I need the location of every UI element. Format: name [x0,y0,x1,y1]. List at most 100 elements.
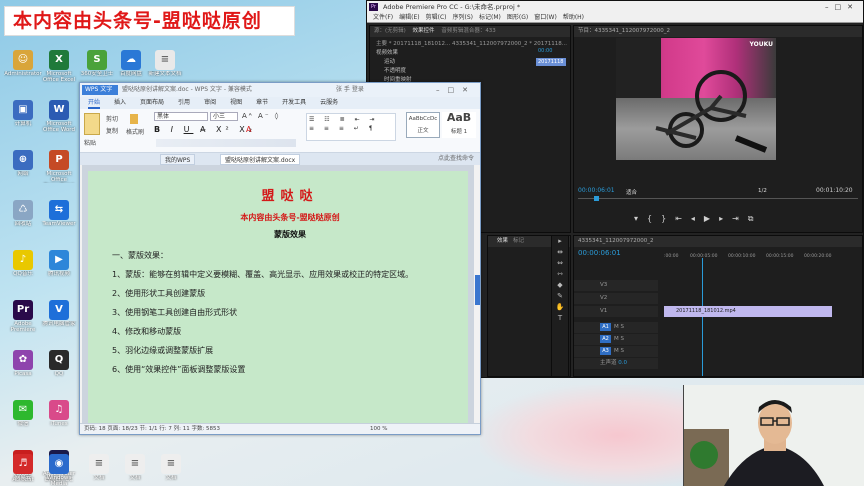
tab-layout[interactable]: 页面布局 [140,99,164,106]
tab-insert[interactable]: 插入 [114,99,126,106]
paste-button[interactable]: 粘贴 [84,138,96,147]
timeline-video-clip[interactable]: 20171118_181012.mp4 [664,306,832,317]
doctab-my-wps[interactable]: 我的WPS [160,154,196,165]
doctab-active[interactable]: 盟哒哒原创讲解文案.docx [220,154,301,165]
timeline-tab[interactable]: 4335341_112007972000_2 [574,236,862,247]
desktop-shield-360-icon[interactable]: S 360安全卫士 [78,50,116,83]
menu-edit[interactable]: 编辑(E) [399,14,419,21]
desktop-itunes-icon[interactable]: ♫ iTunes [40,400,78,433]
program-tab[interactable]: 节目：4335341_112007972000_2 [574,26,862,37]
wps-app-button[interactable]: WPS 文字 [82,85,118,95]
font-size-select[interactable]: 小三 [210,112,238,121]
fx-mini-clip[interactable]: 20171118 [536,58,566,66]
program-timecode[interactable]: 00:00:06:01 [578,186,615,196]
desktop-cloud-drive-icon[interactable]: ☁ 百度网盘 [112,50,150,83]
wps-ribbon-tabs[interactable]: 开始 插入 页面布局 引用 审阅 视图 章节 开发工具 云服务 [80,97,480,109]
menu-file[interactable]: 文件(F) [373,14,393,21]
indent-icons[interactable]: ≡ ≡ ≡ ↵ ¶ [309,125,393,132]
tab-chapter[interactable]: 章节 [256,99,268,106]
tab-developer[interactable]: 开发工具 [282,99,306,106]
desktop-doc-file-icon[interactable]: ≡ 文档 [116,454,154,486]
desktop-media-icon[interactable]: ◉ Windows Media [40,454,78,486]
style-heading1[interactable]: AaB 标题 1 [442,112,476,138]
program-monitor[interactable]: 节目：4335341_112007972000_2 YOUKU 00:00:06… [573,25,863,233]
document-area[interactable]: 盟哒哒 本内容由头条号-盟哒哒原创 蒙版效果 一、蒙版效果： 1、蒙版：能够在剪… [82,165,480,423]
desktop-computer-icon[interactable]: ▣ 计算机 [4,100,42,133]
command-search[interactable]: 点此查找命令 [438,153,474,165]
menu-sequence[interactable]: 序列(S) [453,14,474,21]
effect-controls-tabs[interactable]: 源：(无剪辑) 效果控件 音频剪辑混合器：433 [370,26,570,37]
desktop-word-icon[interactable]: W Microsoft Office Word [40,100,78,133]
desktop-text-doc-icon[interactable]: ≡ 新建文本文档 [146,50,184,83]
menu-marker[interactable]: 标记(M) [479,14,501,21]
master-value[interactable]: 0.0 [618,360,627,366]
tab-audio-mixer[interactable]: 音频剪辑混合器：433 [441,28,496,34]
desktop-qq-icon[interactable]: Q QQ [40,350,78,383]
paragraph-tools-row[interactable] [156,139,296,147]
menu-clip[interactable]: 剪辑(C) [426,14,447,21]
tab-effect-controls[interactable]: 效果控件 [413,28,435,34]
track-a2-s[interactable]: S [621,336,625,342]
desktop-powerpoint-icon[interactable]: PMicrosoft Office PowerPoint [40,150,78,183]
fx-opacity[interactable]: 不透明度 [370,67,570,76]
wps-document-tabs[interactable]: 我的WPS 盟哒哒原创讲解文案.docx 点此查找命令 [80,153,480,165]
font-style-buttons[interactable]: B I U A̶ X² X₂ [154,125,256,134]
desktop-doc-file-icon[interactable]: ≡ 文档 [152,454,190,486]
wps-window[interactable]: WPS 文字 盟哒哒原创讲解文案.doc - WPS 文字 - 兼容模式 张 手… [79,82,481,435]
track-a3-m[interactable]: M [614,348,619,354]
tools-panel[interactable]: ▸ ⇹ ⇔ ⇿ ◆ ✎ ✋ T [551,235,569,377]
document-page[interactable]: 盟哒哒 本内容由头条号-盟哒哒原创 蒙版效果 一、蒙版效果： 1、蒙版：能够在剪… [88,171,468,423]
track-a1-label[interactable]: A1 [600,323,611,331]
tab-references[interactable]: 引用 [178,99,190,106]
desktop-video-app-icon[interactable]: ▶ 腾讯视频 [40,250,78,283]
tab-markers[interactable]: 标记 [513,238,524,244]
desktop-pc-manager-icon[interactable]: V 腾讯电脑管家 [40,300,78,333]
menu-help[interactable]: 帮助(H) [563,14,584,21]
program-scrubber[interactable] [578,198,858,199]
track-a3-label[interactable]: A3 [600,347,611,355]
desktop-user-folder-icon[interactable]: ☺ Administrator [4,50,42,83]
desktop-premiere-icon[interactable]: Pr Adobe Premiere [4,300,42,333]
tab-cloud[interactable]: 云服务 [320,99,338,106]
track-v1-label[interactable]: V1 [574,306,658,317]
playhead-marker[interactable] [594,196,599,201]
track-a1-s[interactable]: S [621,324,625,330]
zoom-fit-select[interactable]: 适合 [626,188,637,196]
track-a2-m[interactable]: M [614,336,619,342]
paragraph-tools[interactable]: ☰ ☷ ≣ ⇤ ⇥ ≡ ≡ ≡ ↵ ¶ [306,113,396,141]
font-color-button[interactable]: A [246,125,251,134]
track-a3-s[interactable]: S [621,348,625,354]
format-painter-button[interactable]: 格式刷 [126,127,144,136]
desktop-wechat-icon[interactable]: ✉ 微信 [4,400,42,433]
tab-view[interactable]: 视图 [230,99,242,106]
cut-button[interactable]: 剪切 [106,114,118,123]
copy-button[interactable]: 复制 [106,126,118,135]
track-v3-label[interactable]: V3 [574,280,658,291]
wps-toolbar[interactable]: 粘贴 剪切 复制 格式刷 黑体 小三 Aᴬ A⁻ ◊ B I U A̶ X² X… [80,109,480,153]
desktop-picasa-icon[interactable]: ✿ Picasa [4,350,42,383]
tab-home[interactable]: 开始 [88,99,101,109]
timeline-panel[interactable]: 4335341_112007972000_2 00:00:06:01 :00:0… [573,235,863,377]
track-a2-label[interactable]: A2 [600,335,611,343]
premiere-menubar[interactable]: 文件(F) 编辑(E) 剪辑(C) 序列(S) 标记(M) 图形(G) 窗口(W) 帮助(H) [367,13,863,23]
desktop-excel-icon[interactable]: X Microsoft Office Excel [40,50,78,83]
desktop-music-icon[interactable]: ♪ QQ音乐 [4,250,42,283]
format-painter-icon[interactable] [130,114,138,124]
track-v2-label[interactable]: V2 [574,293,658,304]
menu-graphics[interactable]: 图形(G) [507,14,528,21]
menu-window[interactable]: 窗口(W) [534,14,557,21]
desktop-netease-icon[interactable]: ♬ 网易云 [4,454,42,486]
timeline-ruler[interactable]: :00:00 00:00:05:00 00:00:10:00 00:00:15:… [664,254,860,264]
desktop-network-icon[interactable]: ⊕ 网络 [4,150,42,183]
wps-window-buttons[interactable]: –□✕ [436,83,476,97]
tab-source[interactable]: 源：(无剪辑) [374,28,406,34]
align-icons[interactable]: ☰ ☷ ≣ ⇤ ⇥ [309,116,393,123]
font-grow-shrink[interactable]: Aᴬ A⁻ ◊ [242,112,280,120]
paste-icon[interactable] [84,113,100,135]
premiere-titlebar[interactable]: Pr Adobe Premiere Pro CC - G:\未命名.prproj… [367,1,863,13]
desktop-teamviewer-icon[interactable]: ⇆ TeamViewer [40,200,78,233]
track-a1-m[interactable]: M [614,324,619,330]
wps-titlebar[interactable]: WPS 文字 盟哒哒原创讲解文案.doc - WPS 文字 - 兼容模式 张 手… [80,83,480,97]
desktop-recycle-bin-icon[interactable]: ♺ 回收站 [4,200,42,233]
tab-effects[interactable]: 效果 [497,238,508,244]
